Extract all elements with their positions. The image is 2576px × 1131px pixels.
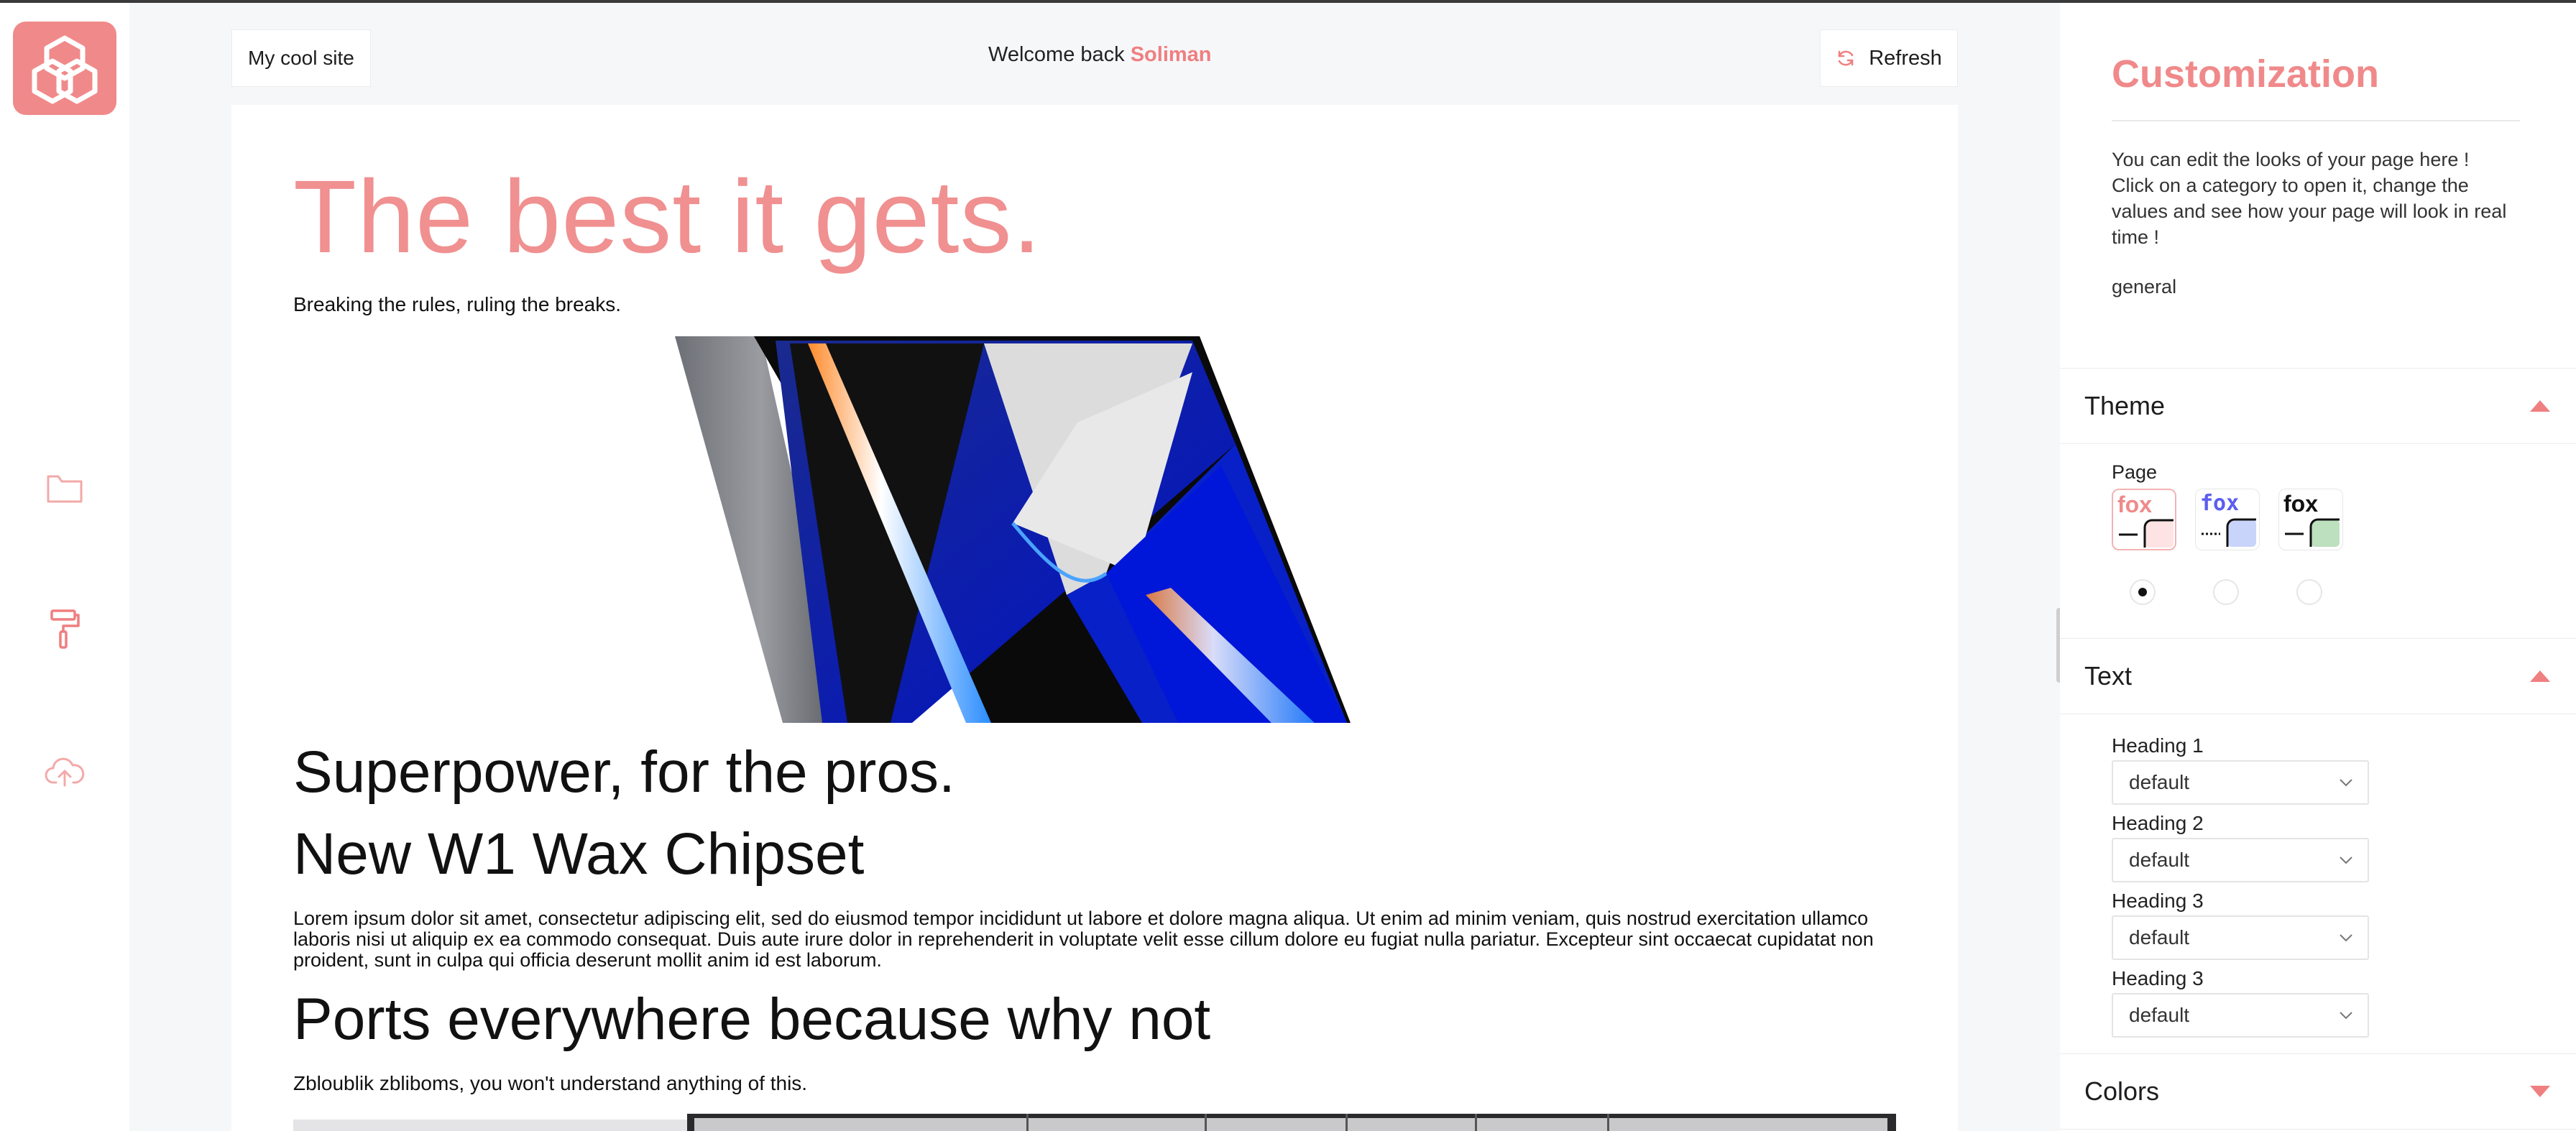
theme-preview-icon — [2285, 518, 2340, 547]
chevron-down-icon — [2340, 1012, 2352, 1020]
refresh-icon — [1838, 50, 1854, 66]
heading-2-label: Heading 2 — [2112, 812, 2204, 834]
heading-4-label: Heading 3 — [2112, 967, 2204, 989]
theme-option-1[interactable]: fox — [2112, 489, 2176, 550]
preview-area: My cool site Welcome back Soliman Refres… — [129, 3, 2060, 1131]
text-section-title: Text — [2084, 661, 2133, 691]
customization-panel: Customization You can edit the looks of … — [2060, 3, 2576, 1131]
heading-superpower: Superpower, for the pros. — [293, 739, 955, 805]
site-name-label[interactable]: My cool site — [231, 29, 371, 87]
page-preview: The best it gets. Breaking the rules, ru… — [231, 105, 1958, 1131]
chevron-down-icon — [2530, 1086, 2550, 1097]
welcome-message: Welcome back Soliman — [988, 43, 1212, 67]
hero-title: The best it gets. — [293, 159, 1042, 274]
refresh-button[interactable]: Refresh — [1820, 29, 1958, 87]
user-name: Soliman — [1130, 43, 1212, 66]
theme-section-header[interactable]: Theme — [2060, 368, 2576, 444]
chevron-up-icon — [2530, 400, 2550, 412]
logo-hexagons-icon — [32, 35, 98, 104]
paint-roller-icon[interactable] — [39, 604, 91, 655]
theme-option-3[interactable]: fox — [2278, 489, 2343, 550]
heading-ports: Ports everywhere because why not — [293, 987, 1211, 1052]
theme-radio-3[interactable] — [2296, 579, 2322, 605]
ports-paragraph: Zbloublik zbliboms, you won't understand… — [293, 1072, 808, 1094]
folder-icon[interactable] — [39, 463, 91, 514]
panel-description: You can edit the looks of your page here… — [2112, 149, 2507, 248]
cloud-upload-icon[interactable] — [39, 746, 91, 798]
lorem-paragraph: Lorem ipsum dolor sit amet, consectetur … — [293, 908, 1874, 971]
theme-preview-icon — [2119, 519, 2174, 548]
theme-page-label: Page — [2112, 461, 2158, 483]
heading-2-value: default — [2129, 849, 2190, 871]
heading-2-select[interactable]: default — [2112, 838, 2369, 882]
theme-section-title: Theme — [2084, 391, 2166, 420]
refresh-label: Refresh — [1869, 46, 1942, 70]
hero-subtitle: Breaking the rules, ruling the breaks. — [293, 293, 622, 315]
category-label[interactable]: general — [2112, 276, 2176, 298]
welcome-prefix: Welcome back — [988, 43, 1125, 66]
colors-section-header[interactable]: Colors — [2060, 1053, 2576, 1130]
theme-preview-icon — [2202, 518, 2256, 547]
heading-3-value: default — [2129, 926, 2190, 948]
text-section-header[interactable]: Text — [2060, 638, 2576, 714]
chevron-up-icon — [2530, 670, 2550, 682]
chevron-down-icon — [2340, 779, 2352, 787]
heading-1-value: default — [2129, 771, 2190, 793]
laptop-image — [675, 336, 1351, 723]
panel-title: Customization — [2112, 52, 2379, 96]
app-logo[interactable] — [13, 22, 116, 115]
heading-1-select[interactable]: default — [2112, 760, 2369, 805]
chevron-down-icon — [2340, 934, 2352, 942]
theme-radio-1[interactable] — [2130, 579, 2156, 605]
theme-option-2[interactable]: fox — [2195, 489, 2260, 550]
heading-3-select[interactable]: default — [2112, 915, 2369, 960]
heading-3-label: Heading 3 — [2112, 890, 2204, 912]
heading-chipset: New W1 Wax Chipset — [293, 821, 865, 887]
ports-image — [293, 1114, 1896, 1131]
chevron-down-icon — [2340, 857, 2352, 864]
theme-radio-2[interactable] — [2213, 579, 2239, 605]
left-sidebar — [0, 3, 129, 1131]
panel-divider — [2112, 120, 2520, 121]
heading-4-value: default — [2129, 1004, 2190, 1026]
colors-section-title: Colors — [2084, 1076, 2160, 1106]
heading-1-label: Heading 1 — [2112, 734, 2204, 757]
heading-4-select[interactable]: default — [2112, 993, 2369, 1038]
